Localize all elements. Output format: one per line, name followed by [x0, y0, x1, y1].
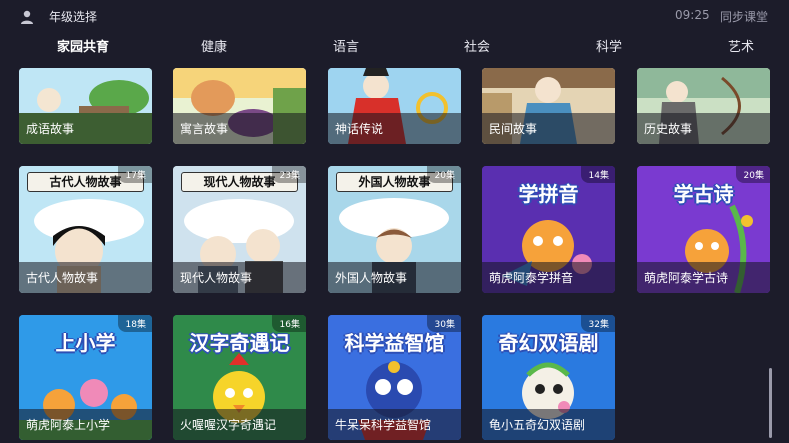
- video-title: 神话传说: [335, 122, 384, 136]
- tab-language[interactable]: 语言: [333, 36, 359, 55]
- video-title: 龟小五奇幻双语剧: [489, 418, 586, 432]
- clock-time: 09:25: [675, 8, 710, 22]
- user-icon[interactable]: [19, 9, 35, 25]
- episode-count-badge: 16集: [271, 315, 306, 332]
- video-card[interactable]: 汉字奇遇记 16集 火喔喔汉字奇遇记: [173, 315, 306, 440]
- video-card[interactable]: 外国人物故事 20集 外国人物故事: [328, 166, 461, 293]
- category-tabs: 家园共育 健康 语言 社会 科学 艺术: [0, 36, 789, 58]
- video-card[interactable]: 神话传说: [328, 68, 461, 144]
- tab-art[interactable]: 艺术: [728, 36, 754, 55]
- video-title: 民间故事: [489, 122, 538, 136]
- scrollbar[interactable]: [769, 368, 772, 438]
- video-title: 萌虎阿泰学拼音: [489, 271, 574, 285]
- episode-count-badge: 18集: [117, 315, 152, 332]
- tab-health[interactable]: 健康: [201, 36, 227, 55]
- video-title: 萌虎阿泰上小学: [26, 418, 111, 432]
- top-bar: 年级选择 09:25 同步课堂: [0, 0, 789, 32]
- video-card[interactable]: 学拼音 14集 萌虎阿泰学拼音: [482, 166, 615, 293]
- video-title: 历史故事: [644, 122, 693, 136]
- video-card[interactable]: 寓言故事: [173, 68, 306, 144]
- video-card[interactable]: 成语故事: [19, 68, 152, 144]
- tab-society[interactable]: 社会: [464, 36, 490, 55]
- tab-home-school[interactable]: 家园共育: [57, 36, 109, 55]
- episode-count-badge: 14集: [580, 166, 615, 183]
- episode-count-badge: 20集: [426, 166, 461, 183]
- sync-classroom-button[interactable]: 同步课堂: [720, 8, 768, 25]
- video-title: 火喔喔汉字奇遇记: [180, 418, 277, 432]
- episode-count-badge: 20集: [735, 166, 770, 183]
- video-title: 萌虎阿泰学古诗: [644, 271, 729, 285]
- video-title: 外国人物故事: [335, 271, 408, 285]
- video-card[interactable]: 科学益智馆 30集 牛呆呆科学益智馆: [328, 315, 461, 440]
- video-card[interactable]: 现代人物故事 23集 现代人物故事: [173, 166, 306, 293]
- video-card[interactable]: 历史故事: [637, 68, 770, 144]
- episode-count-badge: 17集: [117, 166, 152, 183]
- grade-select-button[interactable]: 年级选择: [49, 8, 97, 25]
- video-card[interactable]: 上小学 18集 萌虎阿泰上小学: [19, 315, 152, 440]
- episode-count-badge: 30集: [426, 315, 461, 332]
- video-title: 寓言故事: [180, 122, 229, 136]
- video-card[interactable]: 民间故事: [482, 68, 615, 144]
- tab-science[interactable]: 科学: [596, 36, 622, 55]
- video-title: 古代人物故事: [26, 271, 99, 285]
- video-card[interactable]: 学古诗 20集 萌虎阿泰学古诗: [637, 166, 770, 293]
- video-card[interactable]: 奇幻双语剧 32集 龟小五奇幻双语剧: [482, 315, 615, 440]
- video-title: 成语故事: [26, 122, 75, 136]
- video-card[interactable]: 古代人物故事 17集 古代人物故事: [19, 166, 152, 293]
- episode-count-badge: 32集: [580, 315, 615, 332]
- episode-count-badge: 23集: [271, 166, 306, 183]
- video-title: 牛呆呆科学益智馆: [335, 418, 432, 432]
- video-title: 现代人物故事: [180, 271, 253, 285]
